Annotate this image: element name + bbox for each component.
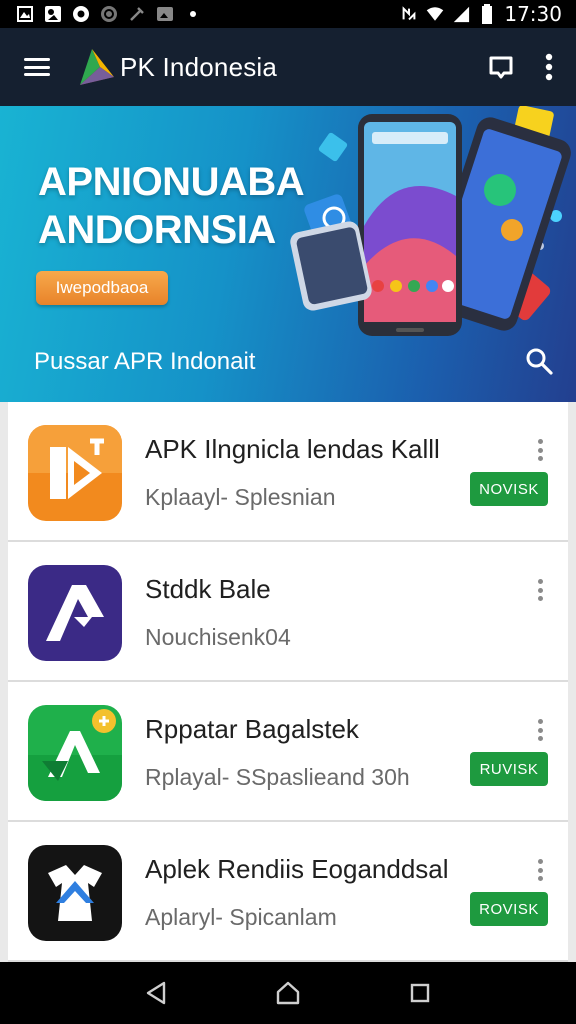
orange-play-app-icon bbox=[28, 425, 122, 521]
search-icon[interactable] bbox=[524, 346, 554, 376]
hero-title: APNIONUABA ANDORNSIA bbox=[38, 158, 305, 254]
app-title: Rppatar Bagalstek bbox=[145, 714, 359, 744]
purple-arrow-app-icon bbox=[28, 565, 122, 661]
more-vert-icon[interactable] bbox=[532, 576, 548, 604]
record-notification-icon bbox=[72, 5, 90, 23]
hero-title-line2: ANDORNSIA bbox=[38, 208, 276, 252]
app-list-item[interactable]: Rppatar Bagalstek Rplayal- SSpaslieand 3… bbox=[8, 682, 568, 822]
notification-icon[interactable] bbox=[486, 52, 516, 82]
hero-title-line1: APNIONUABA bbox=[38, 160, 305, 204]
image-notification-icon bbox=[156, 5, 174, 23]
more-vert-icon[interactable] bbox=[532, 436, 548, 464]
app-list-item[interactable]: Stddk Bale Nouchisenk04 bbox=[8, 542, 568, 682]
app-bar-actions bbox=[486, 52, 554, 82]
green-chat-app-icon bbox=[28, 705, 122, 801]
system-nav-bar bbox=[0, 962, 576, 1024]
status-bar: 17:30 bbox=[0, 0, 576, 28]
app-subtitle: Nouchisenk04 bbox=[145, 624, 291, 650]
more-vert-icon[interactable] bbox=[532, 716, 548, 744]
gallery-notification-icon bbox=[16, 5, 34, 23]
apk-logo-icon bbox=[80, 49, 114, 85]
photo-notification-icon bbox=[44, 5, 62, 23]
app-badge-button[interactable]: NOVISK bbox=[470, 472, 548, 506]
app-title: Aplek Rendiis Eoganddsal bbox=[145, 854, 449, 884]
phone-illustration bbox=[290, 106, 571, 336]
status-time: 17:30 bbox=[504, 2, 562, 26]
more-vert-icon[interactable] bbox=[544, 53, 554, 81]
app-subtitle: Rplayal- SSpaslieand 30h bbox=[145, 764, 410, 790]
app-badge-button[interactable]: RUVISK bbox=[470, 752, 548, 786]
status-system: 17:30 bbox=[400, 2, 562, 26]
app-bar: PK Indonesia bbox=[0, 28, 576, 106]
app-subtitle: Aplaryl- Spicanlam bbox=[145, 904, 337, 930]
app-subtitle: Kplaayl- Splesnian bbox=[145, 484, 336, 510]
hero-search-text[interactable]: Pussar APR Indonait bbox=[34, 348, 255, 376]
tool-notification-icon bbox=[128, 5, 146, 23]
app-list-item[interactable]: APK Ilngnicla lendas Kalll Kplaayl- Sple… bbox=[8, 402, 568, 542]
app-title: APK Ilngnicla lendas Kalll bbox=[145, 434, 440, 464]
status-notifications bbox=[16, 5, 202, 23]
wifi-icon bbox=[426, 5, 444, 23]
app-title: Stddk Bale bbox=[145, 574, 271, 604]
hero-banner: APNIONUABA ANDORNSIA Iwepodbaoa Pussar A… bbox=[0, 106, 576, 402]
home-icon[interactable] bbox=[275, 980, 301, 1006]
signal-icon bbox=[452, 5, 470, 23]
recents-icon[interactable] bbox=[408, 981, 432, 1005]
sync-notification-icon bbox=[100, 5, 118, 23]
black-shirt-app-icon bbox=[28, 845, 122, 941]
app-title: PK Indonesia bbox=[120, 51, 278, 82]
app-list-item[interactable]: Aplek Rendiis Eoganddsal Aplaryl- Spican… bbox=[8, 822, 568, 962]
more-vert-icon[interactable] bbox=[532, 856, 548, 884]
menu-icon[interactable] bbox=[22, 54, 52, 80]
app-list: APK Ilngnicla lendas Kalll Kplaayl- Sple… bbox=[8, 402, 568, 962]
dot-notification-icon bbox=[184, 5, 202, 23]
app-badge-button[interactable]: ROVISK bbox=[470, 892, 548, 926]
hero-cta-button[interactable]: Iwepodbaoa bbox=[36, 271, 168, 305]
battery-icon bbox=[478, 4, 496, 24]
back-icon[interactable] bbox=[144, 980, 168, 1006]
nfc-icon bbox=[400, 5, 418, 23]
